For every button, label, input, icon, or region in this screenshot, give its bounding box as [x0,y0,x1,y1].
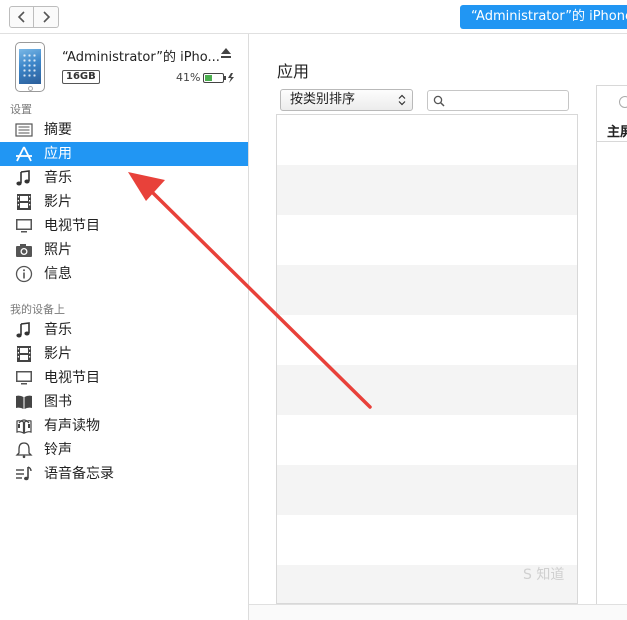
sidebar-item-device-movies[interactable]: 影片 [0,342,248,366]
sidebar-item-device-tv-shows[interactable]: 电视节目 [0,366,248,390]
music-note-icon [16,170,30,186]
divider [597,141,627,142]
sidebar-item-device-music[interactable]: 音乐 [0,318,248,342]
sidebar-item-label: 电视节目 [44,370,100,386]
sidebar-item-label: 信息 [44,266,72,282]
info-icon [15,265,33,283]
my-device-section-label: 我的设备上 [10,303,65,316]
sidebar-item-photos[interactable]: 照片 [0,238,248,262]
search-input[interactable] [427,90,569,111]
sidebar-item-music[interactable]: 音乐 [0,166,248,190]
sidebar-item-label: 影片 [44,346,72,362]
capacity-badge: 16GB [62,70,100,84]
sidebar-item-movies[interactable]: 影片 [0,190,248,214]
tv-icon [16,219,32,233]
sidebar-item-device-books[interactable]: 图书 [0,390,248,414]
list-item [277,115,577,165]
sidebar-item-label: 影片 [44,194,72,210]
sidebar-item-device-audiobooks[interactable]: 有声读物 [0,414,248,438]
sidebar-item-label: 音乐 [44,170,72,186]
sort-select-value: 按类别排序 [290,92,356,107]
home-screen-label: 主屏 [607,125,627,140]
home-button [28,86,33,91]
sort-select[interactable]: 按类别排序 [280,89,413,111]
settings-section-label: 设置 [10,103,32,116]
main-content: 应用 按类别排序 主屏 [249,34,627,620]
music-note-icon [16,322,30,338]
list-item [277,515,577,565]
battery-percentage: 41% [176,71,201,84]
battery-icon [203,73,234,83]
sidebar-item-label: 语音备忘录 [44,466,114,482]
iphone-thumbnail [15,42,45,92]
sidebar-item-label: 图书 [44,394,72,410]
sidebar-item-label: 音乐 [44,322,72,338]
device-name: “Administrator”的 iPho... [62,50,220,65]
list-item [277,215,577,265]
back-button[interactable] [9,6,34,28]
watermark: S 知道 [523,567,565,583]
app-list[interactable] [276,114,578,604]
audiobook-icon [16,419,32,435]
sidebar-item-label: 有声读物 [44,418,100,434]
sidebar-item-label: 电视节目 [44,218,100,234]
chevron-up-down-icon [398,94,406,106]
forward-button[interactable] [34,6,59,28]
toolbar: “Administrator”的 iPhone [0,0,627,34]
search-icon [433,95,445,107]
page-title: 应用 [277,62,310,81]
device-card: “Administrator”的 iPho... 16GB 41% [0,34,248,98]
sidebar-item-device-ringtones[interactable]: 铃声 [0,438,248,462]
sidebar-item-label: 铃声 [44,442,72,458]
sidebar-item-device-voice-memos[interactable]: 语音备忘录 [0,462,248,486]
book-icon [16,395,32,409]
sidebar-item-info[interactable]: 信息 [0,262,248,286]
list-item [277,365,577,415]
film-icon [17,194,31,210]
sidebar-item-summary[interactable]: 摘要 [0,118,248,142]
sidebar-item-tv-shows[interactable]: 电视节目 [0,214,248,238]
bell-icon [15,442,33,459]
sidebar-item-label: 应用 [44,146,72,162]
chevron-left-icon [17,11,25,23]
list-item [277,415,577,465]
tv-icon [16,371,32,385]
navigation-buttons [9,6,59,28]
list-item [277,165,577,215]
list-item [277,465,577,515]
phone-screen [19,49,41,84]
sidebar-item-label: 照片 [44,242,72,258]
list-item [277,265,577,315]
film-icon [17,346,31,362]
device-button[interactable]: “Administrator”的 iPhone [460,5,627,29]
voice-memo-icon [16,466,32,481]
camera-icon [16,244,32,257]
sidebar-item-apps[interactable]: 应用 [0,142,248,166]
sidebar: “Administrator”的 iPho... 16GB 41% 设置 摘要 [0,34,249,620]
chevron-right-icon [43,11,51,23]
sidebar-item-label: 摘要 [44,122,72,138]
eject-icon[interactable] [220,47,232,59]
home-screen-panel: 主屏 [596,85,627,604]
bottom-bar [249,604,627,620]
home-screen-radio[interactable] [619,96,627,108]
app-store-icon [16,146,32,162]
list-item [277,315,577,365]
list-icon [15,123,33,137]
